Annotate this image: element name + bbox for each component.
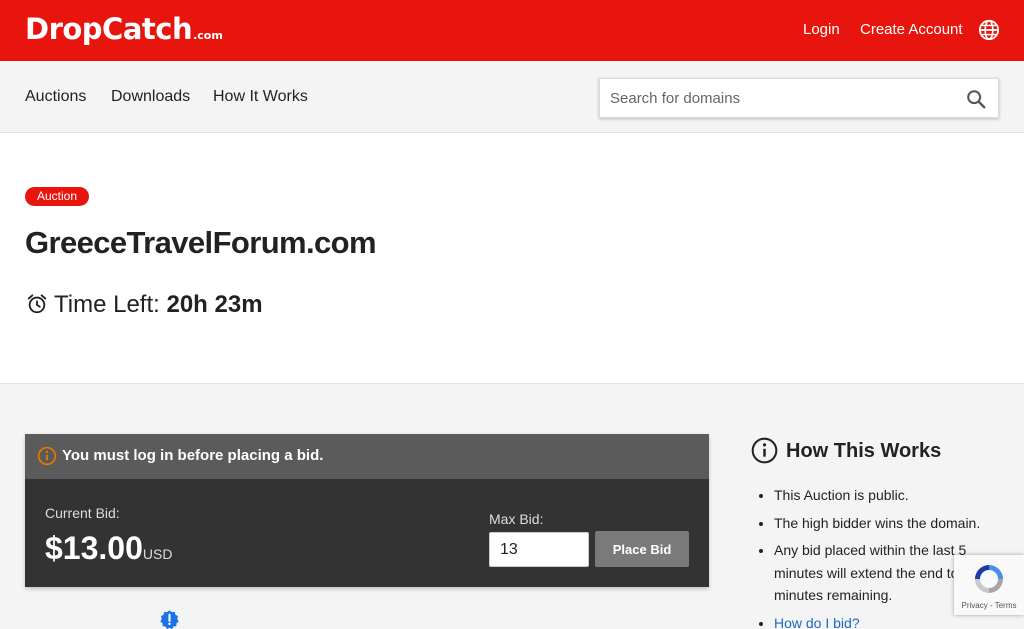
- logo-text: DropCatch: [25, 12, 193, 46]
- create-account-link[interactable]: Create Account: [860, 21, 963, 38]
- time-left: Time Left: 20h 23m: [54, 291, 263, 319]
- current-bid-label: Current Bid:: [45, 505, 120, 521]
- recaptcha-badge[interactable]: Privacy - Terms: [954, 555, 1024, 615]
- globe-icon[interactable]: [978, 19, 1000, 41]
- search-box: [599, 78, 999, 118]
- list-item: The high bidder wins the domain.: [774, 512, 1014, 535]
- recaptcha-text: Privacy - Terms: [961, 601, 1017, 610]
- current-bid-value: $13.00: [45, 530, 143, 566]
- recaptcha-icon: [975, 565, 1003, 593]
- alert-badge-icon: [160, 610, 179, 629]
- max-bid-label: Max Bid:: [489, 511, 544, 527]
- search-icon[interactable]: [965, 88, 987, 110]
- search-input[interactable]: [600, 79, 950, 117]
- login-link[interactable]: Login: [803, 21, 840, 38]
- login-notice: You must log in before placing a bid.: [25, 434, 709, 479]
- auction-badge: Auction: [25, 187, 90, 206]
- login-notice-text: You must log in before placing a bid.: [62, 447, 324, 464]
- nav-downloads[interactable]: Downloads: [111, 88, 190, 106]
- main-nav: Auctions Downloads How It Works: [0, 61, 1024, 133]
- alarm-clock-icon: [27, 294, 47, 314]
- max-bid-input[interactable]: [489, 532, 589, 567]
- domain-title: GreeceTravelForum.com: [25, 225, 377, 260]
- nav-auctions[interactable]: Auctions: [25, 88, 86, 106]
- dropcatch-logo[interactable]: DropCatch.com: [25, 12, 223, 46]
- list-item: This Auction is public.: [774, 484, 1014, 507]
- logo-suffix: .com: [193, 29, 223, 42]
- info-circle-icon: [751, 437, 778, 464]
- bid-panel: You must log in before placing a bid. Cu…: [25, 434, 709, 587]
- nav-how-it-works[interactable]: How It Works: [213, 88, 308, 106]
- how-this-works-title: How This Works: [786, 440, 942, 462]
- time-left-label: Time Left:: [54, 291, 160, 318]
- info-icon: [37, 446, 57, 466]
- time-left-value: 20h 23m: [166, 291, 263, 318]
- top-header: DropCatch.com Login Create Account: [0, 0, 1024, 61]
- current-bid: $13.00USD: [45, 530, 172, 567]
- place-bid-button[interactable]: Place Bid: [595, 531, 689, 567]
- currency-label: USD: [142, 546, 173, 562]
- how-do-i-bid-link[interactable]: How do I bid?: [774, 615, 860, 629]
